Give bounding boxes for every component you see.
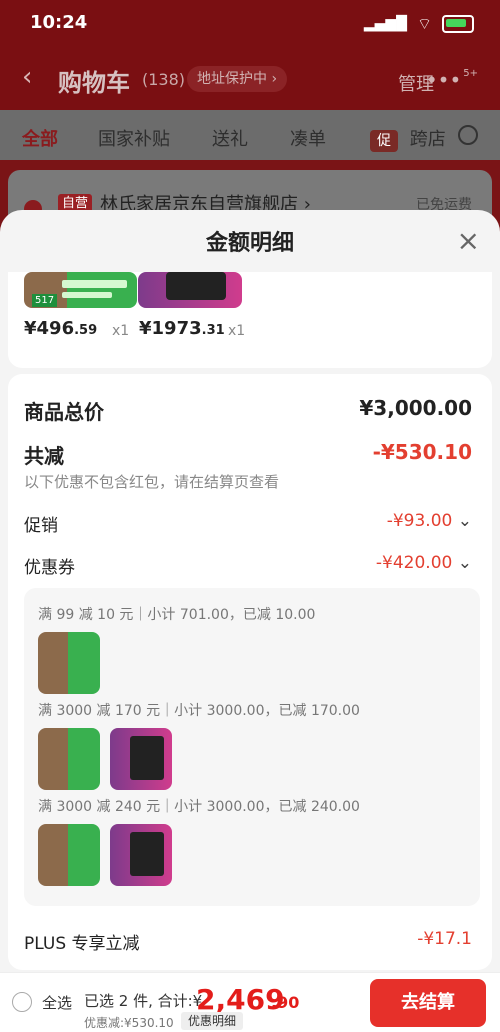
total-value: ¥3,000.00: [359, 396, 472, 420]
amount-detail-modal: 金额明细 × 517 ¥496.59 x1 ¥1973.31 x1 商品总价 ¥…: [0, 210, 500, 1031]
product-price: ¥1973.31: [139, 318, 225, 339]
tab-bundle[interactable]: 凑单: [290, 125, 326, 151]
promotion-value[interactable]: -¥93.00 ⌄: [387, 511, 472, 531]
promotion-label: 促销: [24, 516, 58, 536]
cart-header: ‹ 购物车 (138) 地址保护中 › 管理 ••• 5+: [0, 50, 500, 110]
reduction-value: -¥530.10: [372, 440, 472, 464]
plus-discount-label: PLUS 专享立减: [24, 934, 140, 954]
discount-detail-button[interactable]: 优惠明细: [181, 1012, 243, 1030]
product-thumbnail-motherboard[interactable]: [138, 272, 242, 308]
address-protection-button[interactable]: 地址保护中 ›: [187, 66, 288, 92]
reduction-note: 以下优惠不包含红包，请在结算页查看: [24, 473, 280, 491]
tab-all[interactable]: 全部: [22, 125, 58, 151]
coupon-product-thumbnail[interactable]: [38, 824, 100, 886]
modal-title: 金额明细: [205, 231, 294, 256]
product-quantity: x1: [228, 323, 246, 339]
status-icons: ▂▄▆█ ⌔: [364, 14, 474, 34]
coupon-product-thumbnail[interactable]: [38, 632, 100, 694]
coupon-product-thumbnail[interactable]: [38, 728, 100, 790]
total-price-cents: .90: [271, 993, 300, 1012]
plus-discount-value: -¥17.1: [417, 929, 472, 949]
coupon-rule: 满 3000 减 170 元｜小计 3000.00，已减 170.00: [38, 703, 360, 719]
tab-bar: 全部 国家补贴 送礼 凑单 促 跨店: [0, 110, 500, 160]
wifi-icon: ⌔: [416, 14, 432, 33]
select-all-checkbox[interactable]: [12, 992, 32, 1012]
close-icon[interactable]: ×: [457, 224, 480, 257]
more-icon[interactable]: ••• 5+: [426, 68, 478, 92]
search-icon[interactable]: [458, 125, 478, 145]
coupon-rule: 满 3000 减 240 元｜小计 3000.00，已减 240.00: [38, 799, 360, 815]
coupon-product-thumbnail[interactable]: [110, 728, 172, 790]
coupon-value[interactable]: -¥420.00 ⌄: [376, 553, 472, 573]
coupon-detail-box: 满 99 减 10 元｜小计 701.00，已减 10.00 满 3000 减 …: [24, 588, 480, 906]
product-thumbnail-furniture[interactable]: 517: [24, 272, 137, 308]
more-badge: 5+: [463, 68, 478, 79]
select-all-label[interactable]: 全选: [42, 992, 72, 1013]
reduction-label: 共减: [24, 444, 64, 468]
selected-products-card: 517 ¥496.59 x1 ¥1973.31 x1: [8, 272, 492, 368]
status-bar: 10:24 ▂▄▆█ ⌔: [0, 0, 500, 50]
coupon-rule: 满 99 减 10 元｜小计 701.00，已减 10.00: [38, 607, 316, 623]
product-quantity: x1: [112, 323, 130, 339]
chevron-left-icon[interactable]: ‹: [22, 62, 32, 92]
tab-national-subsidy[interactable]: 国家补贴: [98, 125, 170, 151]
battery-icon: [442, 15, 474, 33]
tab-gift[interactable]: 送礼: [212, 125, 248, 151]
amount-breakdown-card: 商品总价 ¥3,000.00 共减 -¥530.10 以下优惠不包含红包，请在结…: [8, 374, 492, 970]
coupon-product-thumbnail[interactable]: [110, 824, 172, 886]
signal-icon: ▂▄▆█: [363, 16, 407, 32]
chevron-down-icon: ⌄: [457, 511, 472, 531]
tab-cross-store[interactable]: 促 跨店: [370, 125, 446, 152]
cart-count: (138): [142, 70, 186, 89]
product-price: ¥496.59: [24, 318, 98, 339]
promo-icon: 促: [370, 130, 398, 152]
total-label: 商品总价: [24, 400, 104, 424]
page-title: 购物车: [58, 69, 130, 97]
checkout-button[interactable]: 去结算: [370, 979, 486, 1027]
selected-summary: 已选 2 件, 合计:¥: [84, 992, 203, 1010]
chevron-down-icon: ⌄: [457, 553, 472, 573]
status-time: 10:24: [30, 12, 88, 33]
coupon-label: 优惠券: [24, 558, 75, 578]
checkout-bar: 全选 已选 2 件, 合计:¥ 2,469 .90 优惠减:¥530.10 优惠…: [0, 972, 500, 1032]
tab-cross-store-label: 跨店: [409, 129, 446, 150]
discount-summary: 优惠减:¥530.10: [84, 1016, 174, 1030]
